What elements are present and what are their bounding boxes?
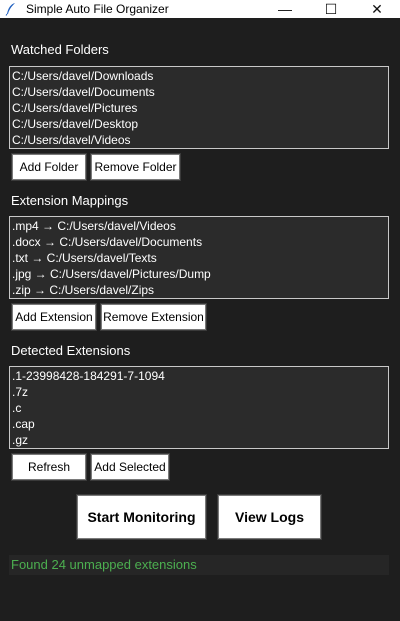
feather-icon bbox=[0, 0, 22, 18]
list-item[interactable]: .cap bbox=[12, 416, 386, 432]
minimize-icon[interactable]: — bbox=[262, 0, 308, 18]
list-item[interactable]: .gz bbox=[12, 432, 386, 448]
maximize-icon[interactable]: ☐ bbox=[308, 0, 354, 18]
window-title: Simple Auto File Organizer bbox=[26, 2, 169, 16]
title-bar: Simple Auto File Organizer — ☐ ✕ bbox=[0, 0, 400, 18]
start-monitoring-button[interactable]: Start Monitoring bbox=[76, 494, 207, 540]
list-item[interactable]: C:/Users/davel/Pictures bbox=[12, 100, 386, 116]
view-logs-button[interactable]: View Logs bbox=[217, 494, 322, 540]
list-item[interactable]: .docx → C:/Users/davel/Documents bbox=[12, 234, 386, 250]
extension-mappings-list[interactable]: .mp4 → C:/Users/davel/Videos .docx → C:/… bbox=[9, 216, 389, 299]
list-item[interactable]: .txt → C:/Users/davel/Texts bbox=[12, 250, 386, 266]
watched-folders-list[interactable]: C:/Users/davel/Downloads C:/Users/davel/… bbox=[9, 66, 389, 149]
list-item[interactable]: C:/Users/davel/Desktop bbox=[12, 116, 386, 132]
list-item[interactable]: .1-23998428-184291-7-1094 bbox=[12, 368, 386, 384]
close-icon[interactable]: ✕ bbox=[354, 0, 400, 18]
list-item[interactable]: .c bbox=[12, 400, 386, 416]
list-item[interactable]: C:/Users/davel/Documents bbox=[12, 84, 386, 100]
list-item[interactable]: C:/Users/davel/Downloads bbox=[12, 68, 386, 84]
list-item[interactable]: .7z bbox=[12, 384, 386, 400]
add-selected-button[interactable]: Add Selected bbox=[90, 453, 170, 481]
app-window: Simple Auto File Organizer — ☐ ✕ Watched… bbox=[0, 0, 400, 621]
remove-folder-button[interactable]: Remove Folder bbox=[90, 153, 181, 181]
remove-extension-button[interactable]: Remove Extension bbox=[100, 303, 207, 331]
list-item[interactable]: C:/Users/davel/Videos bbox=[12, 132, 386, 148]
list-item[interactable]: .jpg → C:/Users/davel/Pictures/Dump bbox=[12, 266, 386, 282]
list-item[interactable]: .zip → C:/Users/davel/Zips bbox=[12, 282, 386, 298]
detected-extensions-label: Detected Extensions bbox=[11, 343, 131, 358]
detected-extensions-list[interactable]: .1-23998428-184291-7-1094 .7z .c .cap .g… bbox=[9, 366, 389, 449]
add-extension-button[interactable]: Add Extension bbox=[11, 303, 97, 331]
list-item[interactable]: .mp4 → C:/Users/davel/Videos bbox=[12, 218, 386, 234]
extension-mappings-label: Extension Mappings bbox=[11, 193, 129, 208]
status-text: Found 24 unmapped extensions bbox=[9, 555, 389, 575]
refresh-button[interactable]: Refresh bbox=[11, 453, 87, 481]
watched-folders-label: Watched Folders bbox=[11, 42, 109, 57]
add-folder-button[interactable]: Add Folder bbox=[11, 153, 87, 181]
